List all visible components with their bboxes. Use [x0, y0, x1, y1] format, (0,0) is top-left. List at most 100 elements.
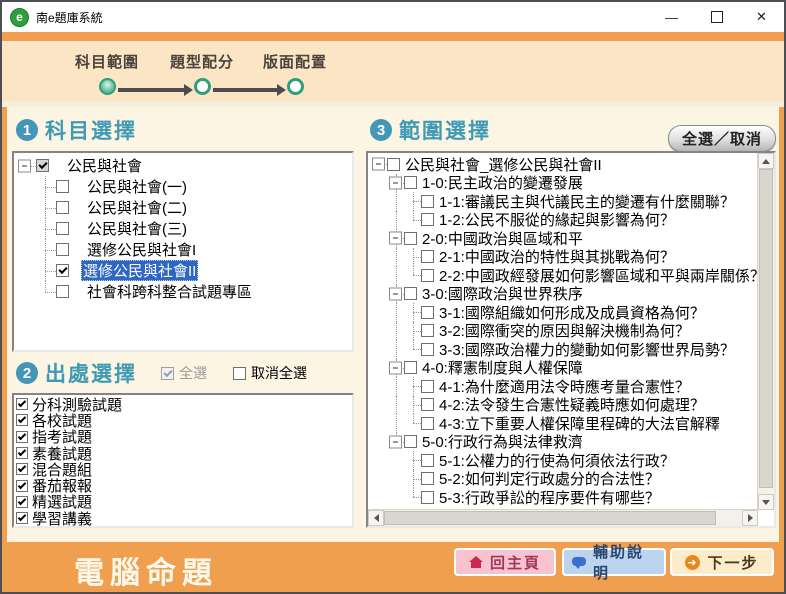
tree-item-label[interactable]: 公民與社會: [61, 155, 142, 176]
tree-item-label[interactable]: 選修公民與社會II: [81, 260, 198, 281]
tree-item-label[interactable]: 5-3:行政爭訟的程序要件有哪些？: [439, 487, 660, 508]
tree-item[interactable]: 1-1:審議民主與代議民主的變遷有什麼關聯？: [370, 192, 757, 211]
tree-checkbox[interactable]: [421, 269, 434, 282]
list-item-checkbox[interactable]: [16, 480, 28, 492]
expander-icon[interactable]: [18, 159, 31, 172]
tree-checkbox[interactable]: [56, 222, 69, 235]
tree-item[interactable]: 5-3:行政爭訟的程序要件有哪些？: [370, 488, 757, 507]
next-step-button[interactable]: ➜ 下一步: [670, 548, 774, 576]
tree-checkbox[interactable]: [36, 159, 49, 172]
expander-icon[interactable]: [389, 176, 402, 189]
close-button[interactable]: ✕: [739, 2, 784, 32]
tree-item[interactable]: 4-0:釋憲制度與人權保障: [370, 359, 757, 378]
tree-item-label[interactable]: 社會科跨科整合試題專區: [81, 281, 252, 302]
tree-checkbox[interactable]: [56, 264, 69, 277]
tree-checkbox[interactable]: [421, 380, 434, 393]
tree-checkbox[interactable]: [56, 285, 69, 298]
tree-checkbox[interactable]: [421, 306, 434, 319]
tree-checkbox[interactable]: [404, 287, 417, 300]
scope-tree[interactable]: 公民與社會_選修公民與社會II1-0:民主政治的變遷發展1-1:審議民主與代議民…: [370, 155, 757, 509]
expander-icon[interactable]: [389, 232, 402, 245]
tree-item[interactable]: 公民與社會: [16, 155, 352, 176]
vertical-scroll-thumb[interactable]: [759, 169, 773, 488]
scroll-down-button[interactable]: [758, 494, 774, 510]
tree-item[interactable]: 公民與社會(三): [16, 218, 352, 239]
expander-icon[interactable]: [372, 158, 385, 171]
scope-tree-panel[interactable]: 公民與社會_選修公民與社會II1-0:民主政治的變遷發展1-1:審議民主與代議民…: [366, 151, 776, 528]
toggle-all-button[interactable]: 全選／取消: [668, 125, 776, 152]
list-item[interactable]: 學習講義: [14, 510, 352, 526]
list-item-checkbox[interactable]: [16, 414, 28, 426]
tree-item[interactable]: 4-1:為什麼適用法令時應考量合憲性？: [370, 377, 757, 396]
tree-checkbox[interactable]: [404, 176, 417, 189]
tree-item[interactable]: 1-0:民主政治的變遷發展: [370, 174, 757, 193]
tree-item[interactable]: 5-2:如何判定行政處分的合法性？: [370, 470, 757, 489]
tree-checkbox[interactable]: [421, 417, 434, 430]
tree-checkbox[interactable]: [404, 361, 417, 374]
tree-checkbox[interactable]: [404, 435, 417, 448]
tree-item[interactable]: 公民與社會(二): [16, 197, 352, 218]
vertical-scrollbar[interactable]: [757, 153, 774, 510]
list-item-checkbox[interactable]: [16, 496, 28, 508]
tree-item[interactable]: 3-2:國際衝突的原因與解決機制為何？: [370, 322, 757, 341]
expander-icon[interactable]: [389, 287, 402, 300]
horizontal-scrollbar[interactable]: [368, 509, 758, 526]
scroll-up-button[interactable]: [758, 153, 774, 169]
tree-guide: [370, 322, 387, 341]
tree-item[interactable]: 5-0:行政行為與法律救濟: [370, 433, 757, 452]
minimize-button[interactable]: —: [649, 2, 694, 32]
tree-checkbox[interactable]: [56, 201, 69, 214]
tree-checkbox[interactable]: [421, 491, 434, 504]
tree-item[interactable]: 選修公民與社會I: [16, 239, 352, 260]
horizontal-scroll-thumb[interactable]: [384, 511, 716, 525]
tree-checkbox[interactable]: [421, 472, 434, 485]
expander-icon[interactable]: [389, 361, 402, 374]
subject-tree-panel[interactable]: 公民與社會公民與社會(一)公民與社會(二)公民與社會(三)選修公民與社會I選修公…: [12, 151, 354, 352]
tree-item[interactable]: 5-1:公權力的行使為何須依法行政？: [370, 451, 757, 470]
section-number-badge: 3: [370, 119, 392, 141]
list-item-checkbox[interactable]: [16, 512, 28, 524]
tree-item[interactable]: 3-3:國際政治權力的變動如何影響世界局勢？: [370, 340, 757, 359]
list-item-checkbox[interactable]: [16, 463, 28, 475]
scroll-left-button[interactable]: [368, 510, 384, 526]
tree-item[interactable]: 1-2:公民不服從的緣起與影響為何？: [370, 211, 757, 230]
expander-icon[interactable]: [389, 435, 402, 448]
tree-checkbox[interactable]: [56, 180, 69, 193]
list-item-checkbox[interactable]: [16, 398, 28, 410]
tree-checkbox[interactable]: [56, 243, 69, 256]
select-all-checkbox[interactable]: 全選: [161, 363, 207, 383]
tree-checkbox[interactable]: [421, 398, 434, 411]
tree-item-label[interactable]: 公民與社會(二): [81, 197, 187, 218]
home-button[interactable]: 回主頁: [454, 548, 556, 576]
tree-item[interactable]: 4-2:法令發生合憲性疑義時應如何處理？: [370, 396, 757, 415]
source-list-panel[interactable]: 分科測驗試題各校試題指考試題素養試題混合題組番茄報報精選試題學習講義: [12, 393, 354, 528]
tree-checkbox[interactable]: [421, 250, 434, 263]
tree-item[interactable]: 3-1:國際組織如何形成及成員資格為何？: [370, 303, 757, 322]
tree-item[interactable]: 公民與社會_選修公民與社會II: [370, 155, 757, 174]
help-button[interactable]: 輔助說明: [562, 548, 666, 576]
maximize-button[interactable]: [694, 2, 739, 32]
tree-item[interactable]: 2-1:中國政治的特性與其挑戰為何？: [370, 248, 757, 267]
tree-item[interactable]: 社會科跨科整合試題專區: [16, 281, 352, 302]
tree-checkbox[interactable]: [404, 232, 417, 245]
tree-checkbox[interactable]: [421, 343, 434, 356]
tree-checkbox[interactable]: [421, 324, 434, 337]
tree-item[interactable]: 選修公民與社會II: [16, 260, 352, 281]
tree-item[interactable]: 4-3:立下重要人權保障里程碑的大法官解釋: [370, 414, 757, 433]
tree-checkbox[interactable]: [421, 213, 434, 226]
tree-checkbox[interactable]: [421, 195, 434, 208]
tree-item[interactable]: 公民與社會(一): [16, 176, 352, 197]
tree-item[interactable]: 2-0:中國政治與區域和平: [370, 229, 757, 248]
tree-item-label[interactable]: 選修公民與社會I: [81, 239, 196, 260]
tree-item[interactable]: 2-2:中國政經發展如何影響區域和平與兩岸關係？: [370, 266, 757, 285]
list-item-checkbox[interactable]: [16, 447, 28, 459]
tree-item-label[interactable]: 公民與社會(一): [81, 176, 187, 197]
tree-checkbox[interactable]: [387, 158, 400, 171]
deselect-all-checkbox[interactable]: 取消全選: [233, 363, 307, 383]
scroll-right-button[interactable]: [742, 510, 758, 526]
list-item-checkbox[interactable]: [16, 431, 28, 443]
tree-checkbox[interactable]: [421, 454, 434, 467]
home-button-label: 回主頁: [490, 552, 541, 573]
tree-item[interactable]: 3-0:國際政治與世界秩序: [370, 285, 757, 304]
tree-item-label[interactable]: 公民與社會(三): [81, 218, 187, 239]
